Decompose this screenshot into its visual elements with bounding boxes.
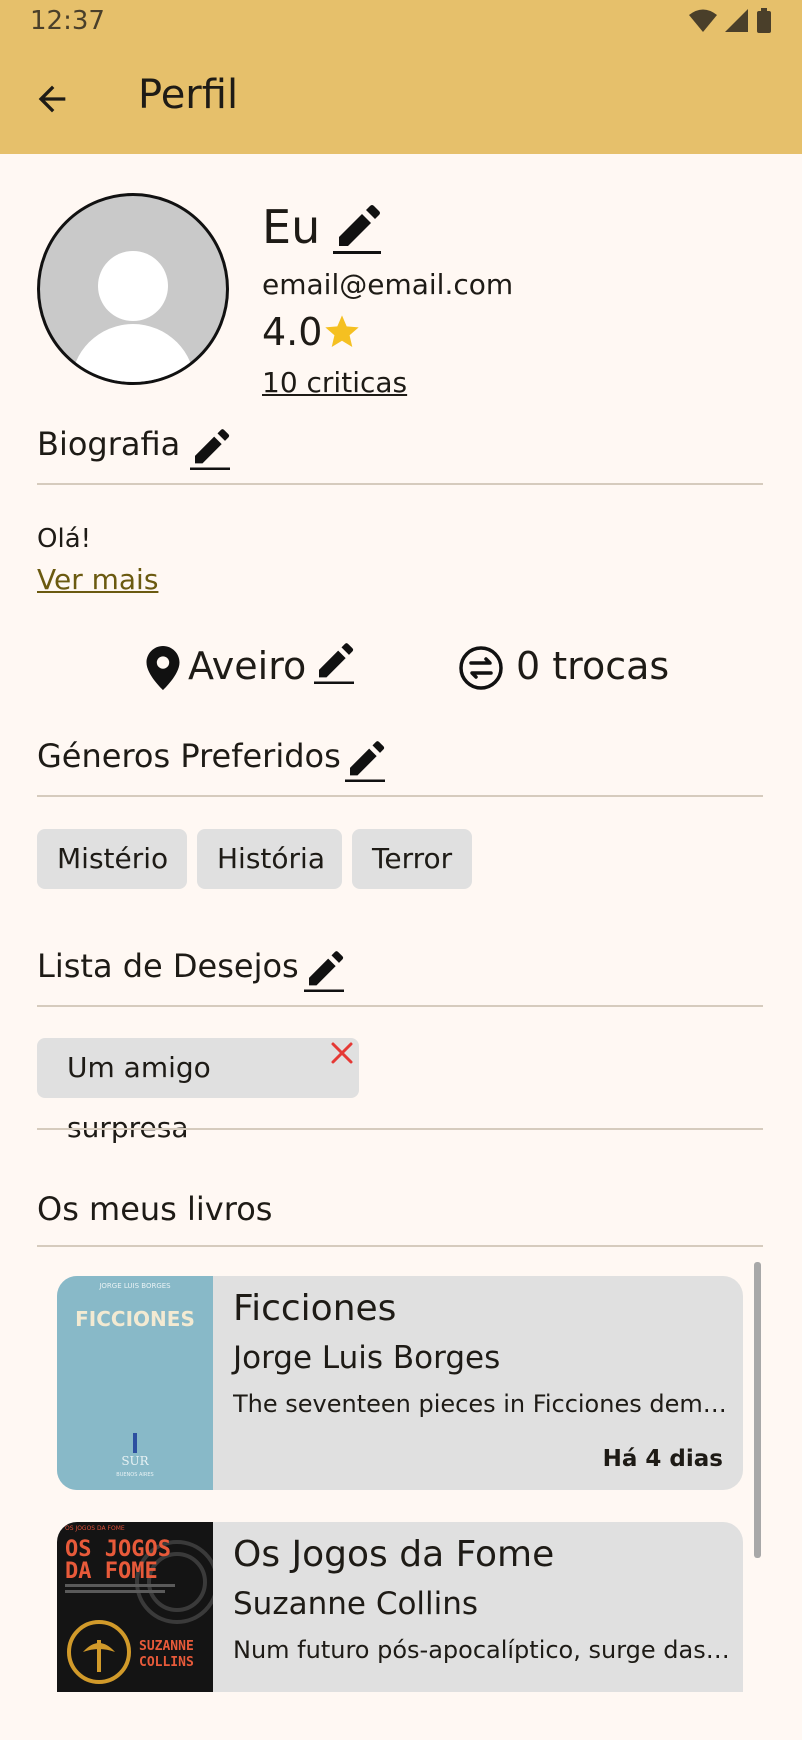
wifi-icon: [689, 9, 717, 32]
genres-heading: Géneros Preferidos: [37, 737, 341, 775]
wishlist-divider: [37, 1005, 763, 1007]
trades-count: 0 trocas: [516, 644, 670, 688]
edit-icon: [333, 205, 381, 254]
reviews-link[interactable]: 10 criticas: [262, 366, 407, 399]
wishlist-heading: Lista de Desejos: [37, 947, 299, 985]
book-cover: OS JOGOS DA FOME OS JOGOS DA FOME SUZANN…: [57, 1522, 213, 1692]
edit-name-button[interactable]: [333, 204, 381, 260]
see-more-link[interactable]: Ver mais: [37, 563, 158, 596]
battery-icon: [757, 8, 771, 33]
remove-icon[interactable]: [329, 1040, 355, 1066]
edit-icon: [345, 741, 385, 782]
person-placeholder-icon: [71, 251, 195, 382]
book-author: Jorge Luis Borges: [233, 1340, 501, 1376]
book-description: The seventeen pieces in Ficciones demons…: [233, 1390, 735, 1418]
cover-title-line2: DA FOME: [65, 1559, 158, 1584]
page-title: Perfil: [138, 72, 239, 118]
cover-author-line1: SUZANNE: [139, 1639, 194, 1654]
arrow-back-icon: [38, 85, 66, 113]
bio-divider: [37, 483, 763, 485]
my-books-heading: Os meus livros: [37, 1190, 273, 1228]
location-city: Aveiro: [188, 644, 307, 688]
edit-location-button[interactable]: [314, 642, 354, 690]
app-bar: Perfil: [0, 42, 802, 154]
cover-top-text: OS JOGOS DA FOME: [65, 1525, 125, 1532]
book-list[interactable]: JORGE LUIS BORGES FICCIONES SUR BUENOS A…: [57, 1276, 743, 1692]
signal-icon: [725, 9, 748, 32]
edit-icon: [190, 429, 230, 470]
wishlist-bottom-divider: [37, 1128, 763, 1130]
edit-wishlist-button[interactable]: [304, 950, 344, 998]
book-card[interactable]: JORGE LUIS BORGES FICCIONES SUR BUENOS A…: [57, 1276, 743, 1490]
book-date: Há 4 dias: [602, 1446, 723, 1472]
genres-divider: [37, 795, 763, 797]
cover-top-text: JORGE LUIS BORGES: [98, 1282, 171, 1290]
book-description: Num futuro pós-apocalíptico, surge das c…: [233, 1636, 735, 1664]
status-icons: [688, 8, 772, 34]
cover-author-line2: COLLINS: [139, 1655, 194, 1670]
book-cover: JORGE LUIS BORGES FICCIONES SUR BUENOS A…: [57, 1276, 213, 1490]
cover-title: FICCIONES: [75, 1307, 195, 1331]
edit-icon: [304, 951, 344, 992]
profile-name: Eu: [262, 200, 321, 254]
status-time: 12:37: [30, 6, 105, 36]
status-bar: 12:37: [0, 0, 802, 42]
book-title: Os Jogos da Fome: [233, 1534, 555, 1575]
back-button[interactable]: [28, 75, 76, 123]
wishlist-chip-label: Um amigo surpresa: [67, 1051, 211, 1144]
swap-icon: [459, 646, 503, 690]
genre-chip[interactable]: Terror: [352, 829, 472, 889]
wishlist-chip[interactable]: Um amigo surpresa: [37, 1038, 359, 1144]
avatar: [37, 193, 229, 385]
cover-city: BUENOS AIRES: [116, 1472, 153, 1478]
genre-chip[interactable]: História: [197, 829, 342, 889]
edit-bio-button[interactable]: [190, 428, 230, 476]
edit-genres-button[interactable]: [345, 740, 385, 788]
location-pin-icon: [146, 646, 180, 690]
book-title: Ficciones: [233, 1288, 397, 1329]
bio-text: Olá!: [37, 524, 92, 554]
cover-publisher: SUR: [121, 1454, 149, 1468]
genre-chip[interactable]: Mistério: [37, 829, 187, 889]
profile-rating: 4.0: [262, 310, 323, 354]
star-icon: [325, 315, 359, 347]
my-books-divider: [37, 1245, 763, 1247]
book-card[interactable]: OS JOGOS DA FOME OS JOGOS DA FOME SUZANN…: [57, 1522, 743, 1692]
location-trades-row: Aveiro 0 trocas: [0, 640, 802, 696]
book-list-scrollbar[interactable]: [754, 1262, 761, 1558]
edit-icon: [314, 643, 354, 684]
bio-heading: Biografia: [37, 425, 181, 463]
profile-email: email@email.com: [262, 268, 514, 301]
book-author: Suzanne Collins: [233, 1586, 479, 1622]
